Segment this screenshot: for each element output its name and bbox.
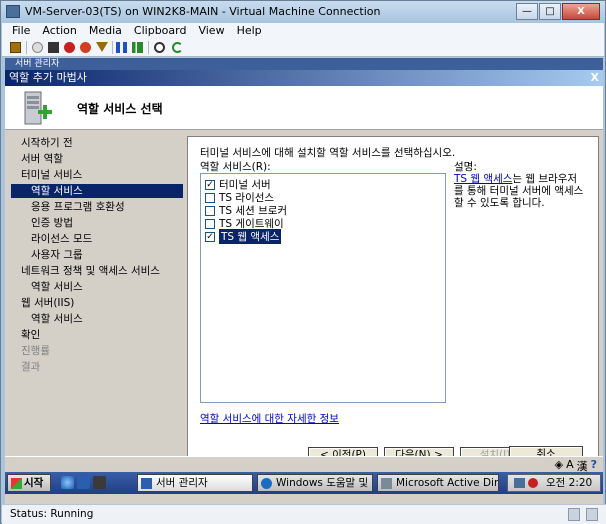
step-confirmation[interactable]: 확인 (11, 328, 183, 342)
toolbar-separator (112, 41, 113, 54)
task-label: Windows 도움말 및 ... (276, 477, 373, 489)
ts-web-access-link[interactable]: TS 웹 액세스 (454, 173, 512, 185)
toolbar-separator (26, 41, 27, 54)
page-title: 역할 서비스 선택 (77, 102, 163, 116)
role-services-label: 역할 서비스(R): (200, 161, 271, 173)
checkpoint-icon[interactable] (96, 42, 108, 52)
step-server-roles[interactable]: 서버 역할 (11, 152, 183, 166)
checkbox-icon[interactable] (205, 218, 215, 229)
turn-off-icon[interactable] (48, 42, 59, 53)
more-info-link[interactable]: 역할 서비스에 대한 자세한 정보 (200, 411, 339, 426)
wizard-close-button[interactable]: X (591, 70, 599, 86)
ad-task-icon (381, 478, 392, 489)
title-bar: VM-Server-03(TS) on WIN2K8-MAIN - Virtua… (1, 1, 605, 23)
menu-view[interactable]: View (198, 23, 224, 39)
status-text: Status: Running (10, 508, 94, 520)
taskbar: 시작 서버 관리자 Windows 도움말 및 ... Microsoft Ac… (5, 472, 603, 494)
add-roles-icon (24, 91, 52, 125)
checkbox-icon[interactable] (205, 205, 215, 216)
maximize-button[interactable]: □ (539, 3, 561, 20)
vm-connection-icon (6, 5, 20, 18)
toolbar-separator (148, 41, 149, 54)
role-item-selected[interactable]: ✓ TS 웹 액세스 (205, 229, 282, 244)
menu-clipboard[interactable]: Clipboard (134, 23, 187, 39)
step-auth-method[interactable]: 인증 방법 (11, 216, 183, 230)
task-windows-help[interactable]: Windows 도움말 및 ... (257, 474, 373, 492)
wizard-body: 시작하기 전 서버 역할 터미널 서비스 역할 서비스 응용 프로그램 호환성 … (5, 130, 603, 494)
step-results: 결과 (21, 361, 41, 373)
ie-icon[interactable] (61, 476, 74, 489)
windows-logo-icon (11, 478, 22, 489)
clock[interactable]: 오전 2:20 (546, 475, 592, 491)
start-button[interactable]: 시작 (7, 474, 51, 492)
server-manager-quicklaunch-icon[interactable] (77, 476, 90, 489)
menu-action[interactable]: Action (42, 23, 76, 39)
toolbar (2, 39, 604, 57)
wizard-steps: 시작하기 전 서버 역할 터미널 서비스 역할 서비스 응용 프로그램 호환성 … (11, 136, 183, 436)
start-icon[interactable] (32, 42, 43, 53)
step-npas-role-services[interactable]: 역할 서비스 (11, 280, 183, 294)
menu-file[interactable]: File (12, 23, 30, 39)
shut-down-icon[interactable] (64, 42, 75, 53)
save-state-icon[interactable] (80, 42, 91, 53)
task-label: 서버 관리자 (156, 477, 208, 489)
step-iis-role-services[interactable]: 역할 서비스 (11, 312, 183, 326)
status-bar: Status: Running (2, 504, 606, 524)
ctrl-alt-del-icon[interactable] (10, 42, 21, 53)
wizard-content: 터미널 서비스에 대해 설치할 역할 서비스를 선택하십시오. 역할 서비스(R… (187, 136, 599, 470)
alert-icon[interactable] (528, 478, 538, 488)
pause-icon[interactable] (116, 42, 127, 53)
task-server-manager[interactable]: 서버 관리자 (137, 474, 253, 492)
step-terminal-services[interactable]: 터미널 서비스 (11, 168, 183, 182)
system-tray: 오전 2:20 (507, 474, 601, 492)
step-web-server[interactable]: 웹 서버(IIS) (11, 296, 183, 310)
step-before-you-begin[interactable]: 시작하기 전 (11, 136, 183, 150)
menu-media[interactable]: Media (89, 23, 122, 39)
page-description: 터미널 서비스에 대해 설치할 역할 서비스를 선택하십시오. (200, 147, 456, 159)
checkbox-icon[interactable] (205, 192, 215, 203)
lock-icon (586, 508, 598, 521)
minimize-button[interactable]: — (516, 3, 538, 20)
step-ts-role-services[interactable]: 역할 서비스 (11, 184, 183, 198)
wizard-title-bar: 역할 추가 마법사 X (5, 70, 603, 86)
task-label: Microsoft Active Dire... (396, 477, 499, 489)
step-network-policy[interactable]: 네트워크 정책 및 액세스 서비스 (11, 264, 183, 278)
snapshot-icon[interactable] (154, 42, 165, 53)
start-label: 시작 (24, 477, 44, 489)
vm-connection-window: VM-Server-03(TS) on WIN2K8-MAIN - Virtua… (0, 0, 606, 524)
remote-desktop[interactable]: 서버 관리자 역할 추가 마법사 X 역할 서비스 선택 시작하기 전 서버 역… (5, 58, 603, 504)
role-item-label: TS 웹 액세스 (219, 229, 282, 244)
keyboard-icon (568, 508, 580, 521)
wizard-title: 역할 추가 마법사 (9, 71, 87, 84)
wizard-header: 역할 서비스 선택 (5, 86, 603, 130)
command-prompt-icon[interactable] (93, 476, 106, 489)
step-license-mode[interactable]: 라이선스 모드 (11, 232, 183, 246)
menu-help[interactable]: Help (237, 23, 262, 39)
revert-icon[interactable] (172, 42, 183, 53)
step-progress: 진행률 (21, 345, 50, 357)
close-button[interactable]: X (562, 3, 600, 20)
resume-icon[interactable] (132, 42, 143, 53)
description-heading: 설명: (454, 161, 477, 173)
help-task-icon (261, 478, 272, 489)
task-active-directory[interactable]: Microsoft Active Dire... (377, 474, 499, 492)
description-text: TS 웹 액세스는 웹 브라우저를 통해 터미널 서버에 액세스할 수 있도록 … (454, 173, 586, 209)
checkbox-checked-icon[interactable]: ✓ (205, 231, 215, 242)
role-services-list[interactable]: ✓ 터미널 서버 TS 라이선스 TS 세션 브로커 TS 게이트웨이 ✓ TS… (200, 173, 446, 403)
server-manager-icon (141, 478, 152, 489)
window-title: VM-Server-03(TS) on WIN2K8-MAIN - Virtua… (25, 5, 381, 18)
step-user-groups[interactable]: 사용자 그룹 (11, 248, 183, 262)
menu-bar: File Action Media Clipboard View Help (2, 23, 604, 39)
network-icon[interactable] (514, 478, 525, 488)
server-manager-strip: 서버 관리자 (5, 58, 603, 70)
checkbox-checked-icon[interactable]: ✓ (205, 179, 215, 190)
step-app-compatibility[interactable]: 응용 프로그램 호환성 (11, 200, 183, 214)
language-bar: ◈ A 漢 ? (5, 456, 603, 473)
